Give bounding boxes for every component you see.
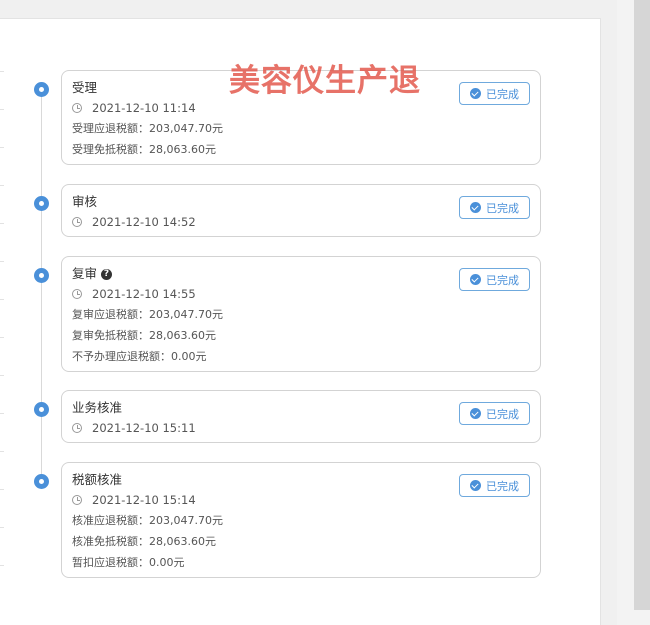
step-detail: 复审应退税额：203,047.70元 [72,308,223,321]
step-detail: 暂扣应退税额：0.00元 [72,556,185,569]
clock-icon [72,495,82,505]
step-time: 2021-12-10 14:52 [92,215,196,229]
step-detail: 核准免抵税额：28,063.60元 [72,535,216,548]
status-label: 已完成 [486,407,519,421]
timeline-card-tax-approval: 税额核准 2021-12-10 15:14 核准应退税额：203,047.70元… [61,462,541,578]
check-circle-icon [470,480,481,491]
left-table-edge [0,19,4,625]
step-time: 2021-12-10 15:11 [92,421,196,435]
step-time: 2021-12-10 15:14 [92,493,196,507]
timeline-dot [34,82,49,97]
status-label: 已完成 [486,201,519,215]
step-detail: 不予办理应退税额：0.00元 [72,350,207,363]
scrollbar[interactable] [617,0,650,625]
step-title: 复审 [72,266,98,281]
timeline-dot [34,268,49,283]
status-badge[interactable]: 已完成 [459,82,530,105]
timeline-dot [34,402,49,417]
timeline-card-business-approval: 业务核准 2021-12-10 15:11 已完成 [61,390,541,443]
status-label: 已完成 [486,479,519,493]
clock-icon [72,217,82,227]
timeline-dot [34,196,49,211]
check-circle-icon [470,202,481,213]
step-detail: 复审免抵税额：28,063.60元 [72,329,216,342]
watermark-text: 美容仪生产退 [229,63,421,99]
check-circle-icon [470,88,481,99]
clock-icon [72,103,82,113]
step-detail: 受理免抵税额：28,063.60元 [72,143,216,156]
step-time: 2021-12-10 14:55 [92,287,196,301]
status-label: 已完成 [486,273,519,287]
clock-icon [72,289,82,299]
check-circle-icon [470,408,481,419]
step-detail: 核准应退税额：203,047.70元 [72,514,223,527]
timeline-card-recheck: 复审 ? 2021-12-10 14:55 复审应退税额：203,047.70元… [61,256,541,372]
status-badge[interactable]: 已完成 [459,268,530,291]
status-badge[interactable]: 已完成 [459,402,530,425]
step-time: 2021-12-10 11:14 [92,101,196,115]
status-label: 已完成 [486,87,519,101]
question-circle-icon[interactable]: ? [101,268,113,280]
status-badge[interactable]: 已完成 [459,474,530,497]
status-badge[interactable]: 已完成 [459,196,530,219]
timeline-dot [34,474,49,489]
timeline-card-review: 审核 2021-12-10 14:52 已完成 [61,184,541,237]
scrollbar-track[interactable] [634,0,650,610]
check-circle-icon [470,274,481,285]
timeline-line [41,90,42,482]
step-detail: 受理应退税额：203,047.70元 [72,122,223,135]
clock-icon [72,423,82,433]
